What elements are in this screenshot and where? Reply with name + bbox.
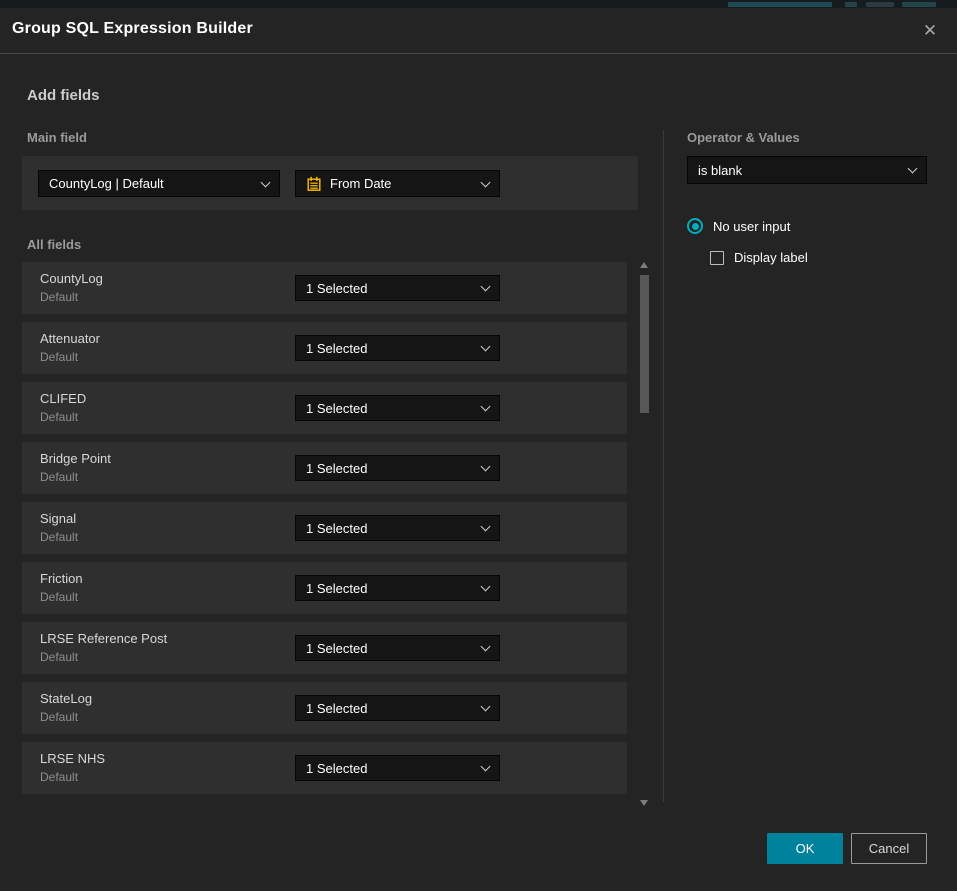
field-row: Bridge Point Default 1 Selected xyxy=(22,442,627,494)
field-name: StateLog xyxy=(40,691,92,706)
chevron-down-icon xyxy=(481,462,491,472)
field-selection-dropdown[interactable]: 1 Selected xyxy=(295,575,500,601)
chevron-down-icon xyxy=(481,282,491,292)
dialog-title: Group SQL Expression Builder xyxy=(12,20,253,38)
chevron-down-icon xyxy=(481,642,491,652)
field-name: CLIFED xyxy=(40,391,86,406)
display-label-checkbox-row[interactable]: Display label xyxy=(710,250,808,265)
cancel-button[interactable]: Cancel xyxy=(851,833,927,864)
field-name: Signal xyxy=(40,511,76,526)
background-teal-fragment xyxy=(728,2,832,7)
add-fields-heading: Add fields xyxy=(27,87,100,104)
field-subtitle: Default xyxy=(40,770,78,784)
field-selection-dropdown[interactable]: 1 Selected xyxy=(295,275,500,301)
field-row: Friction Default 1 Selected xyxy=(22,562,627,614)
field-name: LRSE Reference Post xyxy=(40,631,167,646)
field-name: CountyLog xyxy=(40,271,103,286)
field-row: Attenuator Default 1 Selected xyxy=(22,322,627,374)
field-selection-dropdown[interactable]: 1 Selected xyxy=(295,635,500,661)
background-teal-fragment xyxy=(902,2,936,7)
field-dropdown-value: From Date xyxy=(330,176,474,191)
calendar-icon xyxy=(306,176,322,192)
operator-dropdown[interactable]: is blank xyxy=(687,156,927,184)
chevron-down-icon xyxy=(481,762,491,772)
background-page-strip xyxy=(0,0,957,8)
field-row: CountyLog Default 1 Selected xyxy=(22,262,627,314)
display-label-text: Display label xyxy=(734,250,808,265)
radio-selected-icon[interactable] xyxy=(687,218,703,234)
main-field-label: Main field xyxy=(27,130,87,145)
background-teal-fragment xyxy=(866,2,894,7)
field-selection-dropdown[interactable]: 1 Selected xyxy=(295,455,500,481)
field-row: Signal Default 1 Selected xyxy=(22,502,627,554)
chevron-down-icon xyxy=(481,342,491,352)
field-name: LRSE NHS xyxy=(40,751,105,766)
field-selection-dropdown[interactable]: 1 Selected xyxy=(295,695,500,721)
field-subtitle: Default xyxy=(40,530,78,544)
chevron-down-icon xyxy=(481,702,491,712)
field-subtitle: Default xyxy=(40,710,78,724)
all-fields-list: CountyLog Default 1 Selected Attenuator … xyxy=(22,262,627,802)
field-subtitle: Default xyxy=(40,410,78,424)
group-sql-expression-builder-dialog: Group SQL Expression Builder ✕ Add field… xyxy=(0,8,957,891)
field-subtitle: Default xyxy=(40,470,78,484)
checkbox-unchecked-icon[interactable] xyxy=(710,251,724,265)
field-name: Attenuator xyxy=(40,331,100,346)
chevron-down-icon xyxy=(481,177,491,187)
scrollbar-thumb[interactable] xyxy=(640,275,649,413)
chevron-down-icon xyxy=(261,177,271,187)
no-user-input-label: No user input xyxy=(713,219,790,234)
layer-dropdown-value: CountyLog | Default xyxy=(49,176,262,191)
operator-values-label: Operator & Values xyxy=(687,130,800,145)
chevron-down-icon xyxy=(481,522,491,532)
field-subtitle: Default xyxy=(40,650,78,664)
scroll-up-icon[interactable] xyxy=(640,262,648,268)
field-dropdown[interactable]: From Date xyxy=(295,170,500,197)
screen: Group SQL Expression Builder ✕ Add field… xyxy=(0,0,957,891)
scroll-down-icon[interactable] xyxy=(640,800,648,806)
field-name: Bridge Point xyxy=(40,451,111,466)
field-row: StateLog Default 1 Selected xyxy=(22,682,627,734)
field-selection-dropdown[interactable]: 1 Selected xyxy=(295,335,500,361)
field-subtitle: Default xyxy=(40,350,78,364)
main-field-panel: CountyLog | Default From Date xyxy=(22,156,638,210)
ok-button[interactable]: OK xyxy=(767,833,843,864)
list-scrollbar[interactable] xyxy=(637,260,652,808)
close-icon[interactable]: ✕ xyxy=(917,18,943,44)
vertical-divider xyxy=(663,130,664,802)
field-subtitle: Default xyxy=(40,590,78,604)
field-row: LRSE Reference Post Default 1 Selected xyxy=(22,622,627,674)
chevron-down-icon xyxy=(481,402,491,412)
field-selection-dropdown[interactable]: 1 Selected xyxy=(295,755,500,781)
chevron-down-icon xyxy=(908,164,918,174)
field-row: LRSE NHS Default 1 Selected xyxy=(22,742,627,794)
field-selection-dropdown[interactable]: 1 Selected xyxy=(295,515,500,541)
field-name: Friction xyxy=(40,571,83,586)
field-row: CLIFED Default 1 Selected xyxy=(22,382,627,434)
no-user-input-radio[interactable]: No user input xyxy=(687,218,790,234)
dialog-titlebar: Group SQL Expression Builder ✕ xyxy=(0,8,957,54)
layer-dropdown[interactable]: CountyLog | Default xyxy=(38,170,280,197)
all-fields-label: All fields xyxy=(27,237,81,252)
background-teal-fragment xyxy=(845,2,857,7)
field-selection-dropdown[interactable]: 1 Selected xyxy=(295,395,500,421)
operator-dropdown-value: is blank xyxy=(698,163,909,178)
chevron-down-icon xyxy=(481,582,491,592)
field-subtitle: Default xyxy=(40,290,78,304)
